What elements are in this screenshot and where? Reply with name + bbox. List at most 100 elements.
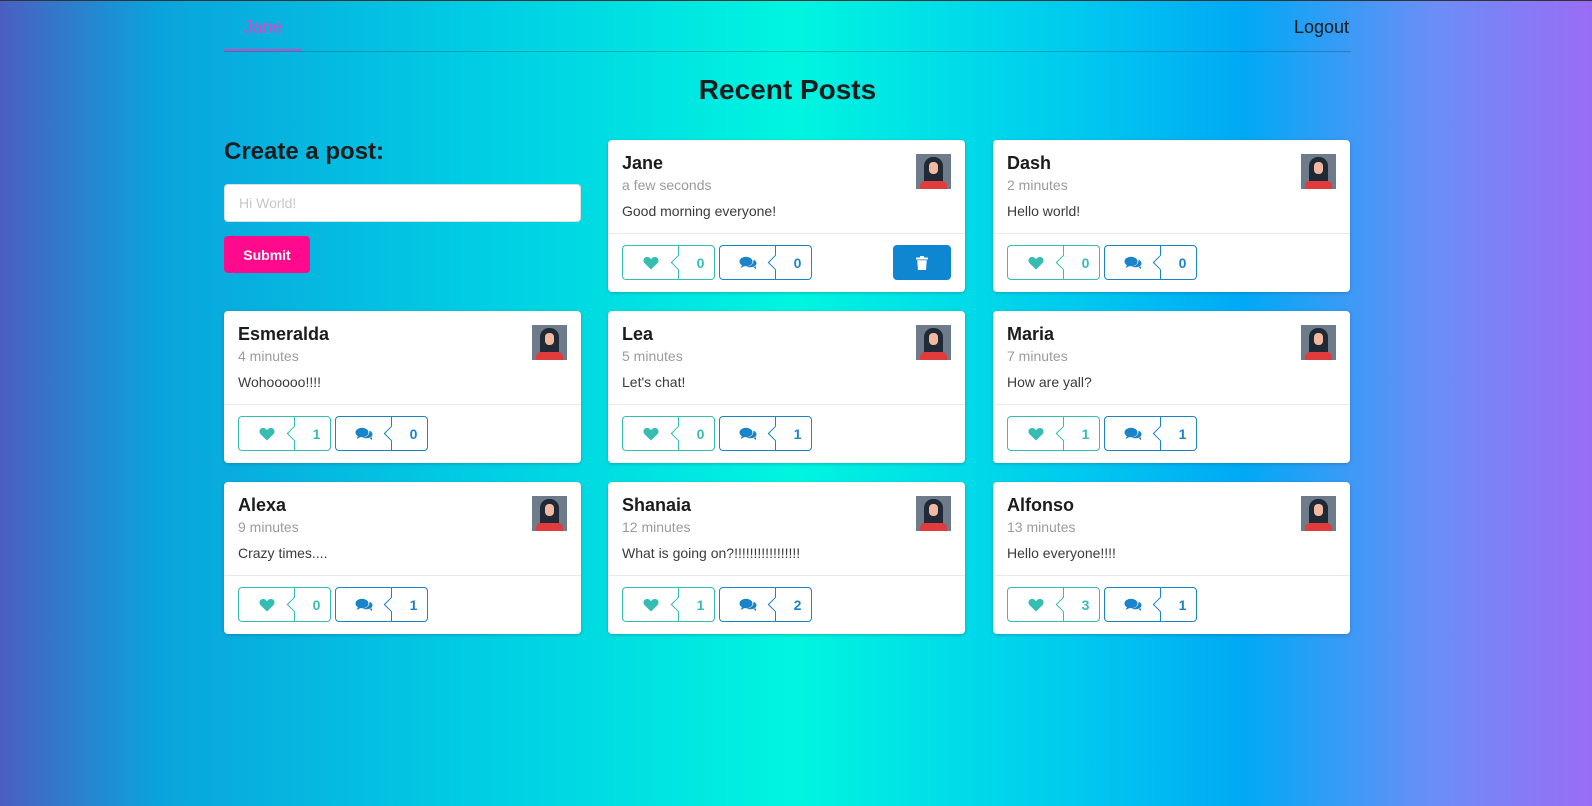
heart-icon — [258, 427, 275, 440]
post-input[interactable] — [224, 184, 581, 222]
card-divider — [993, 233, 1350, 234]
heart-icon — [642, 427, 659, 440]
submit-button[interactable]: Submit — [224, 236, 310, 273]
logout-link[interactable]: Logout — [1294, 0, 1351, 51]
like-button[interactable]: 0 — [1007, 245, 1100, 280]
avatar — [532, 496, 567, 531]
like-count: 1 — [294, 416, 331, 451]
comment-button[interactable]: 1 — [1104, 587, 1197, 622]
like-button[interactable]: 1 — [238, 416, 331, 451]
post-time: 2 minutes — [1007, 177, 1068, 193]
comment-button[interactable]: 1 — [1104, 416, 1197, 451]
like-button[interactable]: 0 — [622, 416, 715, 451]
page-title: Recent Posts — [698, 74, 877, 105]
heart-icon — [1027, 598, 1044, 611]
post-text: Hello everyone!!!! — [1007, 545, 1116, 561]
post-card: Maria 7 minutes How are yall? 1 1 — [993, 311, 1350, 463]
comment-count: 0 — [391, 416, 428, 451]
like-button[interactable]: 3 — [1007, 587, 1100, 622]
comment-button[interactable]: 0 — [335, 416, 428, 451]
avatar — [1301, 154, 1336, 189]
post-card: Alfonso 13 minutes Hello everyone!!!! 3 … — [993, 482, 1350, 634]
card-divider — [224, 404, 581, 405]
avatar — [1301, 496, 1336, 531]
comment-count: 1 — [1160, 587, 1197, 622]
card-divider — [993, 404, 1350, 405]
comment-count: 1 — [1160, 416, 1197, 451]
comment-button[interactable]: 0 — [1104, 245, 1197, 280]
post-author: Alfonso — [1007, 495, 1074, 515]
post-card: Dash 2 minutes Hello world! 0 0 — [993, 140, 1350, 292]
post-text: How are yall? — [1007, 374, 1092, 390]
post-author: Jane — [622, 153, 664, 173]
comments-icon — [1124, 427, 1141, 440]
trash-icon — [916, 255, 928, 270]
comment-button[interactable]: 2 — [719, 587, 812, 622]
comments-icon — [1124, 256, 1141, 269]
post-text: Crazy times.... — [238, 545, 328, 561]
delete-button[interactable] — [893, 245, 951, 280]
heart-icon — [642, 598, 659, 611]
like-count: 3 — [1063, 587, 1100, 622]
avatar — [916, 325, 951, 360]
heart-icon — [1027, 256, 1044, 269]
like-count: 1 — [1063, 416, 1100, 451]
card-divider — [608, 575, 965, 576]
post-time: 13 minutes — [1007, 519, 1076, 535]
comments-icon — [739, 598, 756, 611]
like-button[interactable]: 1 — [1007, 416, 1100, 451]
card-divider — [608, 233, 965, 234]
post-card: Shanaia 12 minutes What is going on?!!!!… — [608, 482, 965, 634]
card-divider — [993, 575, 1350, 576]
like-button[interactable]: 0 — [622, 245, 715, 280]
post-card: Esmeralda 4 minutes Wohooooo!!!! 1 0 — [224, 311, 581, 463]
post-time: 9 minutes — [238, 519, 299, 535]
avatar — [916, 154, 951, 189]
post-time: 12 minutes — [622, 519, 691, 535]
comment-count: 1 — [775, 416, 812, 451]
create-post-title: Create a post: — [224, 138, 385, 165]
top-menu: Jane Logout — [224, 0, 1351, 52]
like-count: 0 — [294, 587, 331, 622]
comments-icon — [1124, 598, 1141, 611]
post-time: 4 minutes — [238, 348, 299, 364]
post-time: 5 minutes — [622, 348, 683, 364]
post-text: What is going on?!!!!!!!!!!!!!!!!! — [622, 545, 801, 561]
card-divider — [608, 404, 965, 405]
comments-icon — [739, 256, 756, 269]
comments-icon — [355, 427, 372, 440]
post-card: Alexa 9 minutes Crazy times.... 0 1 — [224, 482, 581, 634]
comments-icon — [739, 427, 756, 440]
heart-icon — [1027, 427, 1044, 440]
like-count: 0 — [678, 416, 715, 451]
post-text: Good morning everyone! — [622, 203, 777, 219]
comment-button[interactable]: 1 — [719, 416, 812, 451]
post-author: Maria — [1007, 324, 1055, 344]
card-divider — [224, 575, 581, 576]
comment-button[interactable]: 1 — [335, 587, 428, 622]
comment-count: 2 — [775, 587, 812, 622]
post-time: 7 minutes — [1007, 348, 1068, 364]
avatar — [532, 325, 567, 360]
post-text: Hello world! — [1007, 203, 1081, 219]
avatar — [916, 496, 951, 531]
heart-icon — [258, 598, 275, 611]
like-button[interactable]: 0 — [238, 587, 331, 622]
post-author: Alexa — [238, 495, 287, 515]
like-count: 1 — [678, 587, 715, 622]
comments-icon — [355, 598, 372, 611]
like-count: 0 — [1063, 245, 1100, 280]
nav-user-item[interactable]: Jane — [224, 0, 302, 51]
post-text: Let's chat! — [622, 374, 686, 390]
post-author: Lea — [622, 324, 654, 344]
post-text: Wohooooo!!!! — [238, 374, 322, 390]
heart-icon — [642, 256, 659, 269]
comment-count: 1 — [391, 587, 428, 622]
avatar — [1301, 325, 1336, 360]
comment-button[interactable]: 0 — [719, 245, 812, 280]
like-count: 0 — [678, 245, 715, 280]
like-button[interactable]: 1 — [622, 587, 715, 622]
comment-count: 0 — [1160, 245, 1197, 280]
post-author: Esmeralda — [238, 324, 330, 344]
post-author: Shanaia — [622, 495, 692, 515]
